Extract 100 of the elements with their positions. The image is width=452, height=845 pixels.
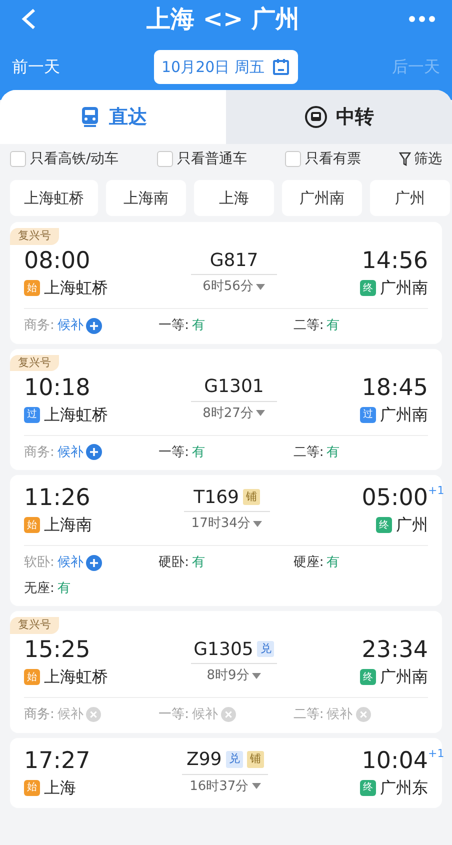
arrival-time: 10:04 — [362, 746, 428, 776]
train-number: T169 — [194, 486, 240, 510]
filter-checkbox[interactable]: 只看有票 — [284, 148, 361, 170]
arrival-station: 广州南 — [380, 277, 428, 299]
station-chip[interactable]: 广州 — [370, 180, 450, 216]
departure-time: 15:25 — [24, 636, 92, 665]
train-tag: 铺 — [246, 751, 264, 768]
arrival-time: 14:56 — [362, 247, 428, 276]
station-chip[interactable]: 上海虹桥 — [10, 180, 98, 216]
arrival-time: 18:45 — [362, 374, 428, 402]
duration-toggle[interactable]: 16时37分 — [190, 776, 261, 796]
arrival-station: 广州南 — [380, 666, 428, 688]
station-chip[interactable]: 广州南 — [282, 180, 362, 216]
seat-status: 候补 — [326, 706, 353, 724]
tab[interactable]: 中转 — [226, 90, 452, 144]
seat-status: 候补 — [57, 317, 84, 335]
seat-class-label: 一等: — [158, 317, 190, 335]
more-icon[interactable] — [408, 15, 436, 23]
stop-type-badge: 始 — [24, 517, 40, 533]
train-card[interactable]: 复兴号 10:18 过 上海虹桥 G1301 8时27分 18:45 过 广州南 商务: 候补 一等: 有 二等: 有 — [10, 348, 442, 470]
seat-class-label: 一等: — [158, 444, 190, 462]
close-icon — [356, 707, 371, 722]
calendar-icon — [272, 58, 290, 76]
seat-class-label: 无座: — [24, 580, 54, 598]
seat-status: 有 — [192, 554, 206, 572]
seat-status: 候补 — [57, 444, 84, 462]
filter-checkbox[interactable]: 只看高铁/动车 — [10, 148, 119, 170]
train-type-tag: 复兴号 — [10, 228, 59, 244]
train-type-tag: 复兴号 — [10, 617, 59, 634]
station-chip[interactable]: 上海 — [194, 180, 274, 216]
add-icon[interactable] — [86, 318, 102, 334]
seat-status: 候补 — [57, 554, 84, 572]
arrival-station: 广州 — [396, 514, 428, 536]
seat-status: 候补 — [57, 706, 84, 724]
seat-class-label: 二等: — [293, 706, 324, 724]
seat-status: 有 — [326, 444, 340, 462]
stop-type-badge: 始 — [24, 780, 40, 796]
train-icon — [79, 105, 101, 129]
filter-icon — [399, 152, 411, 166]
train-tag: 铺 — [243, 488, 260, 506]
departure-station: 上海虹桥 — [44, 404, 108, 426]
stop-type-badge: 始 — [24, 280, 40, 296]
close-icon — [86, 707, 102, 722]
filter-checkbox[interactable]: 只看普通车 — [156, 148, 247, 170]
caret-icon — [252, 672, 262, 679]
page-title: 上海 <> 广州 — [146, 4, 300, 35]
filter-button[interactable]: 筛选 — [399, 148, 442, 170]
seat-class-label: 软卧: — [24, 554, 54, 572]
departure-station: 上海南 — [44, 514, 92, 536]
caret-icon — [253, 520, 262, 527]
train-type-tag: 复兴号 — [10, 354, 59, 371]
stop-type-badge: 过 — [360, 406, 376, 422]
departure-time: 08:00 — [24, 247, 92, 276]
stop-type-badge: 终 — [360, 280, 376, 296]
train-card[interactable]: 复兴号 15:25 始 上海虹桥 G1305 兑 8时9分 23:34 终 广州南 商务: 候补 一等: 候补 二等: 候补 — [10, 611, 442, 732]
tab[interactable]: 直达 — [0, 90, 226, 144]
stop-type-badge: 始 — [24, 669, 40, 685]
departure-station: 上海虹桥 — [44, 277, 108, 299]
train-number: Z99 — [186, 748, 222, 772]
train-number: G1305 — [194, 638, 254, 662]
duration-toggle[interactable]: 8时9分 — [206, 666, 262, 686]
train-number: G1301 — [204, 375, 264, 399]
arrival-time: 05:00 — [362, 484, 428, 513]
caret-icon — [256, 410, 266, 416]
seat-class-label: 商务: — [24, 317, 54, 335]
station-chip[interactable]: 上海南 — [106, 180, 186, 216]
seat-class-label: 商务: — [24, 706, 54, 724]
back-icon[interactable] — [20, 8, 38, 30]
date-picker[interactable]: 10月20日 周五 — [154, 50, 298, 84]
departure-time: 17:27 — [24, 746, 90, 776]
seat-class-label: 二等: — [293, 444, 324, 462]
duration-toggle[interactable]: 17时34分 — [191, 514, 262, 534]
seat-status: 有 — [57, 580, 70, 598]
train-tag: 兑 — [226, 751, 243, 768]
seat-class-label: 二等: — [293, 317, 324, 335]
arrival-station: 广州南 — [380, 404, 428, 426]
departure-station: 上海 — [44, 776, 76, 798]
caret-icon — [256, 284, 266, 290]
stop-type-badge: 终 — [360, 780, 376, 796]
departure-time: 10:18 — [24, 374, 92, 402]
train-number: G817 — [210, 248, 258, 272]
arrival-station: 广州东 — [380, 776, 428, 798]
train-tag: 兑 — [257, 640, 274, 658]
seat-class-label: 一等: — [158, 706, 190, 724]
add-icon[interactable] — [86, 444, 102, 460]
close-icon — [221, 707, 236, 722]
seat-status: 候补 — [192, 706, 218, 724]
add-icon[interactable] — [86, 554, 102, 571]
seat-class-label: 商务: — [24, 444, 54, 462]
duration-toggle[interactable]: 8时27分 — [202, 404, 266, 423]
seat-status: 有 — [192, 317, 206, 335]
train-card[interactable]: 复兴号 08:00 始 上海虹桥 G817 6时56分 14:56 终 广州南 商务: 候补 一等: 有 二等: 有 — [10, 222, 442, 344]
arrival-time: 23:34 — [362, 636, 428, 665]
seat-status: 有 — [326, 317, 340, 335]
stop-type-badge: 过 — [24, 406, 40, 422]
seat-status: 有 — [192, 444, 206, 462]
departure-time: 11:26 — [24, 484, 92, 513]
duration-toggle[interactable]: 6时56分 — [202, 277, 266, 296]
stop-type-badge: 终 — [376, 517, 392, 533]
seat-class-label: 硬卧: — [158, 554, 190, 572]
